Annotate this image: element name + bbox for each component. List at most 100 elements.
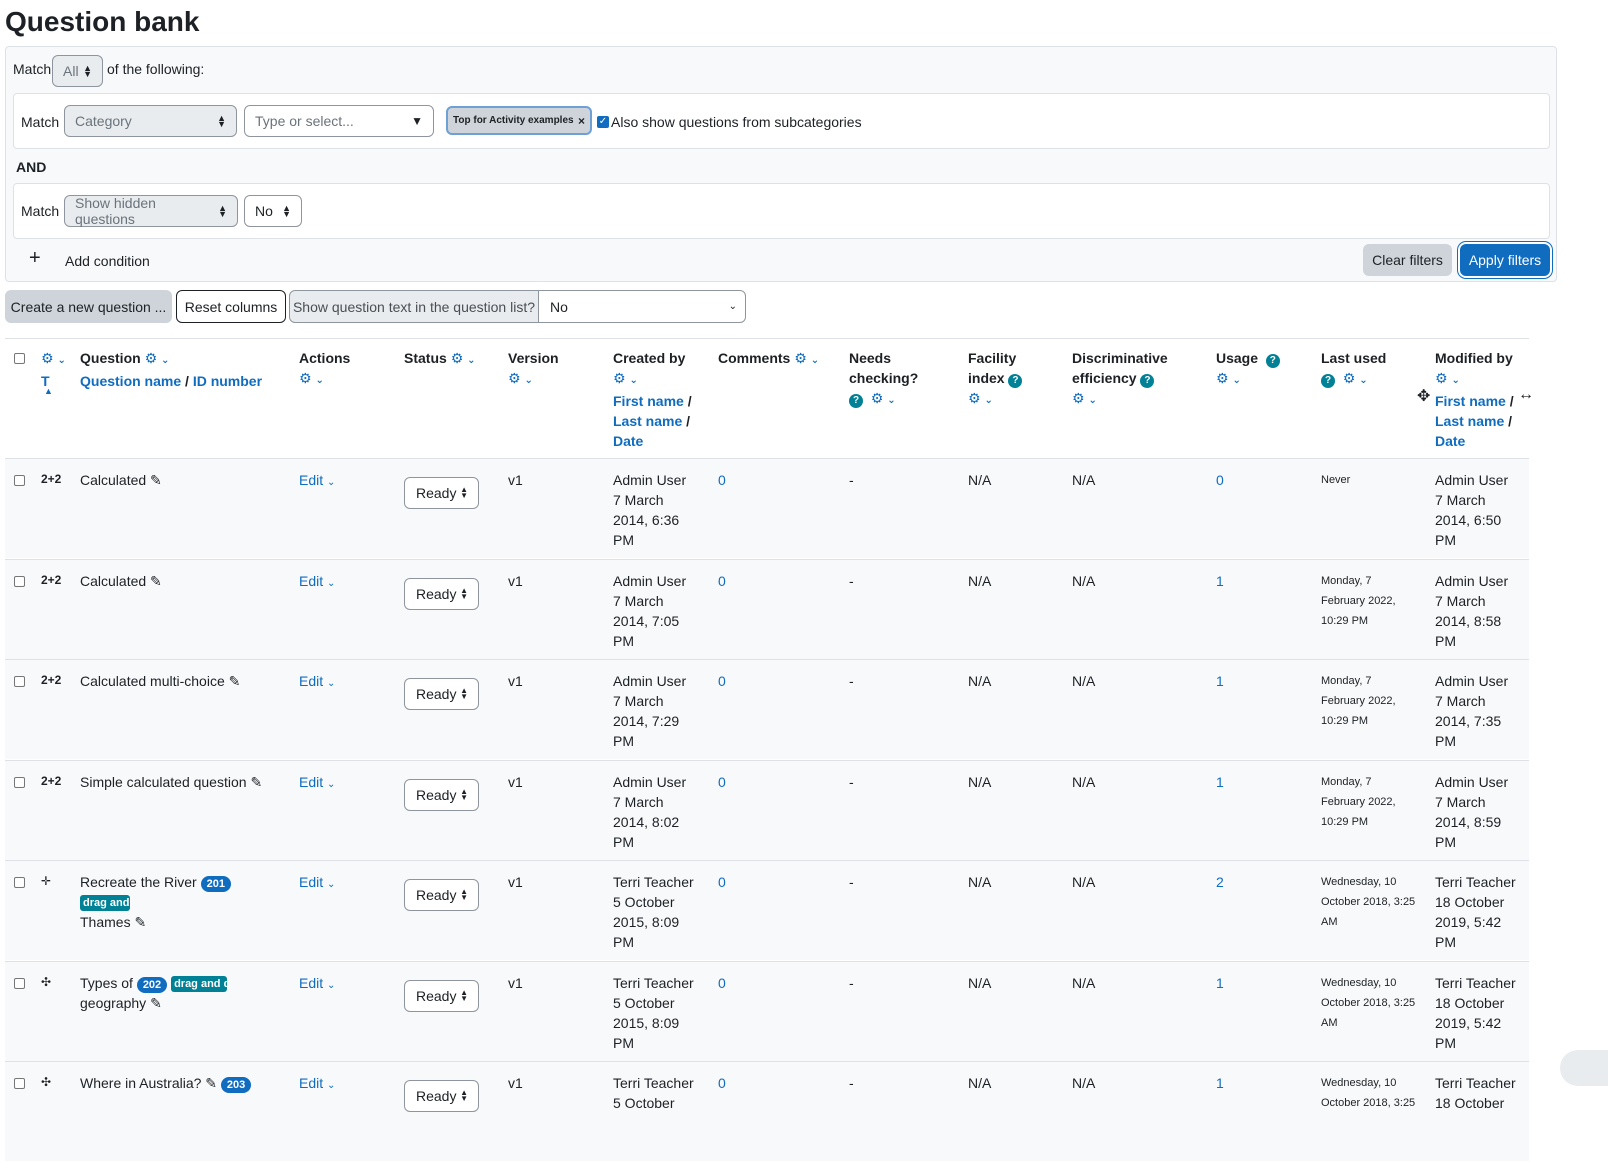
usage-link[interactable]: 1: [1216, 671, 1224, 691]
add-condition-button[interactable]: Add condition: [65, 253, 150, 269]
sort-modified-last-name[interactable]: Last name: [1435, 413, 1504, 429]
usage-link[interactable]: 1: [1216, 772, 1224, 792]
status-select[interactable]: Ready ▲ ▼: [404, 477, 479, 509]
pencil-icon[interactable]: ✎: [250, 774, 262, 790]
comments-link[interactable]: 0: [718, 872, 726, 892]
hidden-value-select[interactable]: No ▲ ▼: [244, 195, 302, 227]
chevron-down-icon[interactable]: ⌄: [1232, 375, 1240, 386]
gear-icon[interactable]: ⚙: [145, 350, 158, 366]
edit-menu[interactable]: Edit ⌄: [299, 772, 335, 795]
chevron-down-icon[interactable]: ⌄: [467, 355, 475, 366]
close-icon[interactable]: ×: [578, 114, 585, 128]
edit-menu[interactable]: Edit ⌄: [299, 1073, 335, 1096]
chevron-down-icon[interactable]: ⌄: [887, 395, 895, 406]
move-column-icon[interactable]: ✥: [1417, 386, 1430, 406]
chevron-down-icon[interactable]: ⌄: [57, 355, 65, 366]
show-text-select[interactable]: No ⌄: [538, 290, 746, 323]
sort-created-last-name[interactable]: Last name: [613, 413, 682, 429]
select-all-checkbox[interactable]: [14, 353, 25, 364]
comments-link[interactable]: 0: [718, 1073, 726, 1093]
chevron-down-icon[interactable]: ⌄: [1359, 375, 1367, 386]
comments-link[interactable]: 0: [718, 772, 726, 792]
category-field-select[interactable]: Category ▲ ▼: [64, 105, 237, 137]
chevron-down-icon[interactable]: ⌄: [811, 355, 819, 366]
usage-link[interactable]: 2: [1216, 872, 1224, 892]
gear-icon[interactable]: ⚙: [613, 370, 626, 386]
subcategories-checkbox[interactable]: ✓: [597, 116, 609, 128]
comments-link[interactable]: 0: [718, 470, 726, 490]
drawer-toggle[interactable]: [1560, 1050, 1608, 1086]
match-all-select[interactable]: All ▲ ▼: [52, 55, 103, 87]
chevron-down-icon[interactable]: ⌄: [161, 355, 169, 366]
gear-icon[interactable]: ⚙: [41, 350, 54, 366]
category-chip[interactable]: Top for Activity examples ×: [446, 106, 592, 135]
status-select[interactable]: Ready ▲ ▼: [404, 879, 479, 911]
status-select[interactable]: Ready ▲ ▼: [404, 1080, 479, 1112]
usage-link[interactable]: 0: [1216, 470, 1224, 490]
help-icon[interactable]: ?: [849, 394, 863, 408]
resize-column-icon[interactable]: ↔: [1518, 386, 1534, 404]
pencil-icon[interactable]: ✎: [229, 673, 241, 689]
gear-icon[interactable]: ⚙: [451, 350, 464, 366]
chevron-down-icon[interactable]: ⌄: [1451, 375, 1459, 386]
comments-link[interactable]: 0: [718, 571, 726, 591]
pencil-icon[interactable]: ✎: [205, 1075, 217, 1091]
create-question-button[interactable]: Create a new question ...: [5, 290, 172, 323]
status-select[interactable]: Ready ▲ ▼: [404, 979, 479, 1012]
pencil-icon[interactable]: ✎: [150, 472, 162, 488]
edit-menu[interactable]: Edit ⌄: [299, 470, 335, 493]
status-select[interactable]: Ready ▲ ▼: [404, 678, 479, 710]
sort-question-name[interactable]: Question name: [80, 373, 181, 389]
hidden-field-select[interactable]: Show hidden questions ▲ ▼: [64, 195, 238, 227]
gear-icon[interactable]: ⚙: [299, 370, 312, 386]
status-select[interactable]: Ready ▲ ▼: [404, 577, 479, 610]
comments-link[interactable]: 0: [718, 671, 726, 691]
category-type-input[interactable]: Type or select... ▼: [244, 105, 434, 137]
clear-filters-button[interactable]: Clear filters: [1363, 244, 1452, 276]
sort-created-date[interactable]: Date: [613, 433, 643, 449]
gear-icon[interactable]: ⚙: [871, 390, 884, 406]
chevron-down-icon[interactable]: ⌄: [984, 395, 992, 406]
sort-created-first-name[interactable]: First name: [613, 393, 684, 409]
gear-icon[interactable]: ⚙: [1343, 370, 1356, 386]
chevron-down-icon[interactable]: ⌄: [524, 375, 532, 386]
edit-menu[interactable]: Edit ⌄: [299, 671, 335, 694]
chevron-down-icon[interactable]: ⌄: [629, 375, 637, 386]
row-checkbox[interactable]: [14, 1078, 25, 1089]
chevron-down-icon[interactable]: ⌄: [1088, 395, 1096, 406]
pencil-icon[interactable]: ✎: [150, 573, 162, 589]
row-checkbox[interactable]: [14, 575, 25, 587]
sort-modified-date[interactable]: Date: [1435, 433, 1465, 449]
edit-menu[interactable]: Edit ⌄: [299, 571, 335, 594]
help-icon[interactable]: ?: [1140, 374, 1155, 388]
pencil-icon[interactable]: ✎: [134, 914, 146, 930]
row-checkbox[interactable]: [14, 776, 25, 788]
edit-menu[interactable]: Edit ⌄: [299, 872, 335, 895]
pencil-icon[interactable]: ✎: [150, 995, 162, 1011]
chevron-down-icon[interactable]: ⌄: [315, 375, 323, 386]
gear-icon[interactable]: ⚙: [1435, 370, 1448, 386]
reset-columns-button[interactable]: Reset columns: [176, 290, 286, 323]
comments-link[interactable]: 0: [718, 973, 726, 993]
gear-icon[interactable]: ⚙: [1072, 390, 1085, 406]
row-checkbox[interactable]: [14, 877, 25, 888]
status-select[interactable]: Ready ▲ ▼: [404, 778, 479, 811]
edit-menu[interactable]: Edit ⌄: [299, 973, 335, 996]
gear-icon[interactable]: ⚙: [968, 390, 981, 406]
row-checkbox[interactable]: [14, 475, 25, 486]
usage-link[interactable]: 1: [1216, 973, 1224, 993]
help-icon[interactable]: ?: [1008, 374, 1023, 388]
gear-icon[interactable]: ⚙: [1216, 370, 1229, 386]
usage-link[interactable]: 1: [1216, 571, 1224, 591]
gear-icon[interactable]: ⚙: [508, 370, 521, 386]
help-icon[interactable]: ?: [1265, 354, 1280, 368]
row-checkbox[interactable]: [14, 977, 25, 989]
usage-link[interactable]: 1: [1216, 1073, 1224, 1093]
plus-icon[interactable]: +: [29, 247, 41, 270]
row-checkbox[interactable]: [14, 676, 25, 687]
apply-filters-button[interactable]: Apply filters: [1460, 244, 1550, 276]
gear-icon[interactable]: ⚙: [794, 350, 807, 366]
help-icon[interactable]: ?: [1321, 374, 1335, 388]
sort-modified-first-name[interactable]: First name: [1435, 393, 1506, 409]
sort-id-number[interactable]: ID number: [193, 373, 262, 389]
